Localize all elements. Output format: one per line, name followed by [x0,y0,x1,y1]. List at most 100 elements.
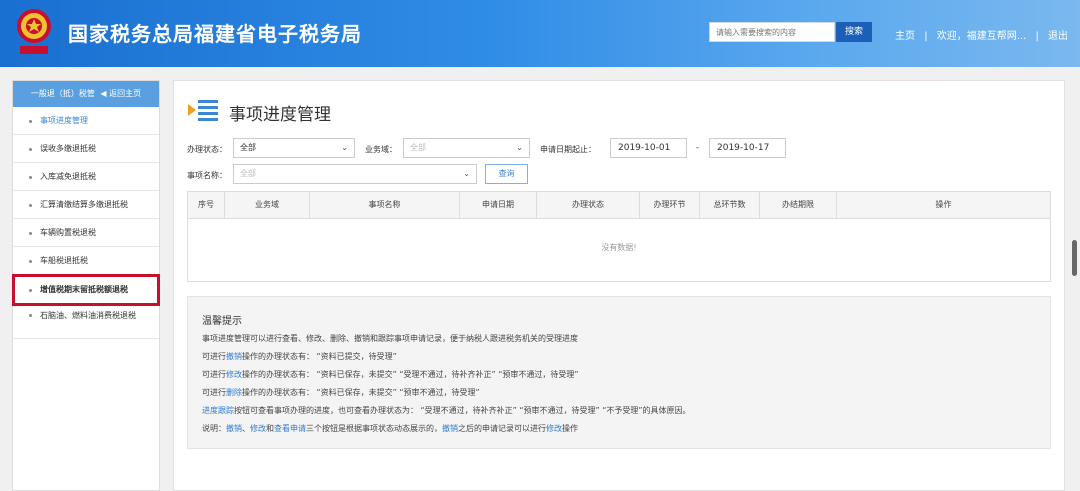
tip-line: 可进行撤销操作的办理状态有： “资料已提交，待受理” [202,351,397,362]
welcome-user-link[interactable]: 欢迎，福建互帮网... [937,27,1027,42]
sidebar-item-exemption-refund[interactable]: 入库减免退抵税 [13,163,159,191]
search-input[interactable] [709,22,835,42]
page-title: 事项进度管理 [229,105,331,125]
tips-panel: 温馨提示 事项进度管理可以进行查看、修改、删除、撤销和跟踪事项申请记录，便于纳税… [187,296,1051,449]
tip-line: 说明：撤销、修改和查看申请三个按钮是根据事项状态动态展示的，撤销之后的申请记录可… [202,423,578,434]
status-select-value: 全部 [240,143,256,152]
item-name-select[interactable]: 全部 ⌄ [233,164,477,184]
bullet-icon [29,259,32,263]
empty-state-text: 没有数据! [601,243,637,252]
sidebar-item-label: 车船税退抵税 [40,256,88,265]
bullet-icon [29,203,32,207]
page-scrollbar[interactable] [1072,240,1077,276]
results-table: 序号 业务域 事项名称 申请日期 办理状态 办理环节 总环节数 办结期限 操作 … [187,191,1051,282]
tip-keyword-track: 进度跟踪 [202,406,234,415]
item-name-label: 事项名称： [187,171,227,180]
tip-text: 操作的办理状态有： “资料已提交，待受理” [242,352,397,361]
tip-line: 进度跟踪按钮可查看事项办理的进度，也可查看办理状态为： “受理不通过，待补齐补正… [202,405,691,416]
tip-text: 可进行 [202,352,226,361]
tip-keyword-revoke: 撤销 [226,424,242,433]
tip-text: 可进行 [202,370,226,379]
back-home-link[interactable]: 返回主页 [109,89,141,98]
bullet-icon [29,231,32,235]
chevron-down-icon: ⌄ [341,143,348,152]
tip-keyword-modify: 修改 [226,370,242,379]
site-title: 国家税务总局福建省电子税务局 [68,22,362,46]
tip-text: 和 [266,424,274,433]
domain-select-value: 全部 [410,143,426,152]
logout-link[interactable]: 退出 [1048,27,1068,42]
search-button[interactable]: 搜索 [836,22,872,42]
column-header: 办结期限 [760,192,837,218]
sidebar-item-label: 入库减免退抵税 [40,172,96,181]
chevron-down-icon: ⌄ [463,169,470,178]
tip-line: 可进行删除操作的办理状态有： “资料已保存，未提交” “预审不通过，待受理” [202,387,480,398]
column-header: 总环节数 [700,192,760,218]
item-name-select-value: 全部 [240,169,256,178]
status-filter-label: 办理状态： [187,145,227,154]
tip-text: 之后的申请记录可以进行 [458,424,546,433]
tip-keyword-modify: 修改 [546,424,562,433]
separator: | [1035,31,1039,42]
domain-filter-label: 业务域： [365,145,397,154]
tip-text: 可进行 [202,388,226,397]
sidebar-item-vat-credit-refund[interactable]: 增值税期末留抵税额退税 [12,274,160,306]
date-dash: - [696,143,699,152]
tip-keyword-delete: 删除 [226,388,242,397]
sidebar-item-vessel-tax-refund[interactable]: 车船税退抵税 [13,247,159,275]
domain-select[interactable]: 全部 ⌄ [403,138,530,158]
date-range-label: 申请日期起止： [540,145,596,154]
sidebar-item-label: 增值税期末留抵税额退税 [40,285,128,294]
top-header: 国家税务总局福建省电子税务局 搜索 主页 | 欢迎，福建互帮网... | 退出 [0,0,1080,67]
column-header: 操作 [935,200,952,209]
tip-text: 操作 [562,424,578,433]
tip-keyword-revoke: 撤销 [226,352,242,361]
list-title-icon [188,100,218,121]
separator: | [924,31,928,42]
column-header: 业务域 [225,192,310,218]
tip-keyword-revoke: 撤销 [442,424,458,433]
tip-text: 、 [242,424,250,433]
status-select[interactable]: 全部 ⌄ [233,138,355,158]
bullet-icon [29,175,32,179]
end-date-input[interactable]: 2019-10-17 [709,138,786,158]
column-header: 申请日期 [460,192,537,218]
sidebar-item-label: 石脑油、燃料油消费税退税 [40,311,136,320]
sidebar-item-label: 事项进度管理 [40,116,88,125]
bullet-icon [29,119,32,123]
tip-keyword-modify: 修改 [250,424,266,433]
sidebar-item-fuel-tax-refund[interactable]: 石脑油、燃料油消费税退税 [13,305,159,339]
sidebar-item-progress[interactable]: 事项进度管理 [13,107,159,135]
bullet-icon [29,314,32,317]
tip-text: 操作的办理状态有： “资料已保存，未提交” “预审不通过，待受理” [242,388,480,397]
sidebar-item-label: 误收多缴退抵税 [40,144,96,153]
table-header: 序号 业务域 事项名称 申请日期 办理状态 办理环节 总环节数 办结期限 操作 [188,192,1050,219]
sidebar-item-label: 汇算清缴结算多缴退抵税 [40,200,128,209]
tip-text: 说明： [202,424,226,433]
sidebar-item-settlement-refund[interactable]: 汇算清缴结算多缴退抵税 [13,191,159,219]
chevron-down-icon: ⌄ [516,143,523,152]
column-header: 办理状态 [537,192,640,218]
sidebar-item-overpaid-refund[interactable]: 误收多缴退抵税 [13,135,159,163]
tip-text: 按钮可查看事项办理的进度，也可查看办理状态为： “受理不通过，待补齐补正” “预… [234,406,691,415]
bullet-icon [29,288,32,292]
tip-keyword-view: 查看申请 [274,424,306,433]
sidebar-section-title: 一般退（抵）税管 [30,89,95,98]
start-date-input[interactable]: 2019-10-01 [610,138,687,158]
sidebar-item-label: 车辆购置税退税 [40,228,96,237]
query-button[interactable]: 查询 [485,164,528,184]
column-header: 事项名称 [310,192,460,218]
sidebar-header: 一般退（抵）税管 ◀ 返回主页 [13,81,159,107]
tip-line: 可进行修改操作的办理状态有： “资料已保存，未提交” “受理不通过，待补齐补正”… [202,369,579,380]
column-header: 序号 [188,192,225,218]
sidebar-item-vehicle-purchase-refund[interactable]: 车辆购置税退税 [13,219,159,247]
back-arrow-icon: ◀ [100,89,107,98]
sidebar: 一般退（抵）税管 ◀ 返回主页 事项进度管理 误收多缴退抵税 入库减免退抵税 汇… [12,80,160,491]
tips-title: 温馨提示 [202,316,242,327]
column-header: 办理环节 [640,192,700,218]
tax-emblem-logo [17,9,51,54]
bullet-icon [29,147,32,151]
top-links: 主页 | 欢迎，福建互帮网... | 退出 [895,27,1068,42]
tip-line: 事项进度管理可以进行查看、修改、删除、撤销和跟踪事项申请记录，便于纳税人跟进税务… [202,334,578,343]
home-link[interactable]: 主页 [895,27,915,42]
